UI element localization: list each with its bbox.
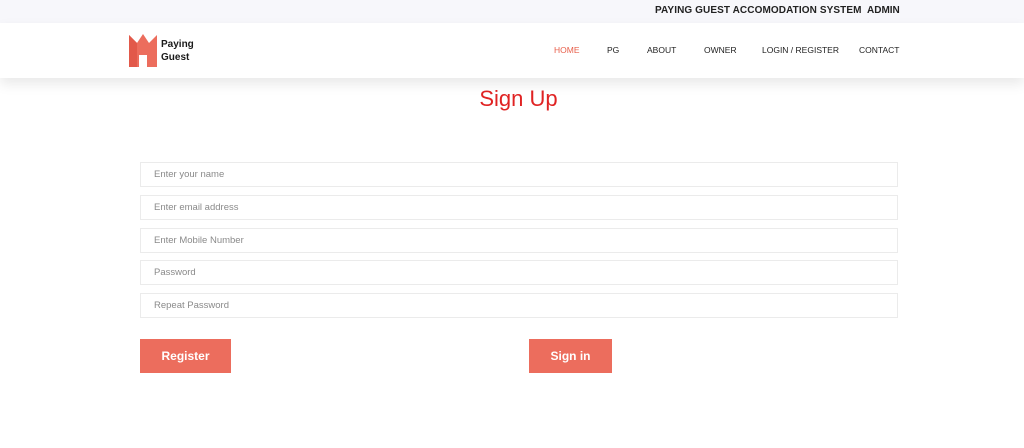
sign-in-button[interactable]: Sign in [529, 339, 612, 373]
name-input[interactable] [140, 162, 898, 187]
system-name: PAYING GUEST ACCOMODATION SYSTEM [655, 5, 862, 16]
repeat-password-input[interactable] [140, 293, 898, 318]
top-bar: PAYING GUEST ACCOMODATION SYSTEM ADMIN [0, 0, 1024, 23]
brand-name: Paying Guest [161, 38, 194, 64]
page-title: Sign Up [479, 86, 558, 111]
mobile-input[interactable] [140, 228, 898, 253]
brand-name-line2: Guest [161, 52, 190, 63]
nav-pg[interactable]: PG [607, 45, 619, 55]
register-button[interactable]: Register [140, 339, 231, 373]
house-crown-icon [129, 34, 157, 67]
brand-logo[interactable]: Paying Guest [128, 33, 208, 69]
brand-name-line1: Paying [161, 39, 194, 50]
email-input[interactable] [140, 195, 898, 220]
password-input[interactable] [140, 260, 898, 285]
nav-about[interactable]: ABOUT [647, 45, 676, 55]
nav-contact[interactable]: CONTACT [859, 45, 899, 55]
nav-login-register[interactable]: LOGIN / REGISTER [762, 45, 839, 55]
admin-link[interactable]: ADMIN [867, 5, 900, 16]
nav-home[interactable]: HOME [554, 45, 580, 55]
nav-owner[interactable]: OWNER [704, 45, 737, 55]
main-navbar: Paying Guest HOME PG ABOUT OWNER LOGIN /… [0, 23, 1024, 78]
